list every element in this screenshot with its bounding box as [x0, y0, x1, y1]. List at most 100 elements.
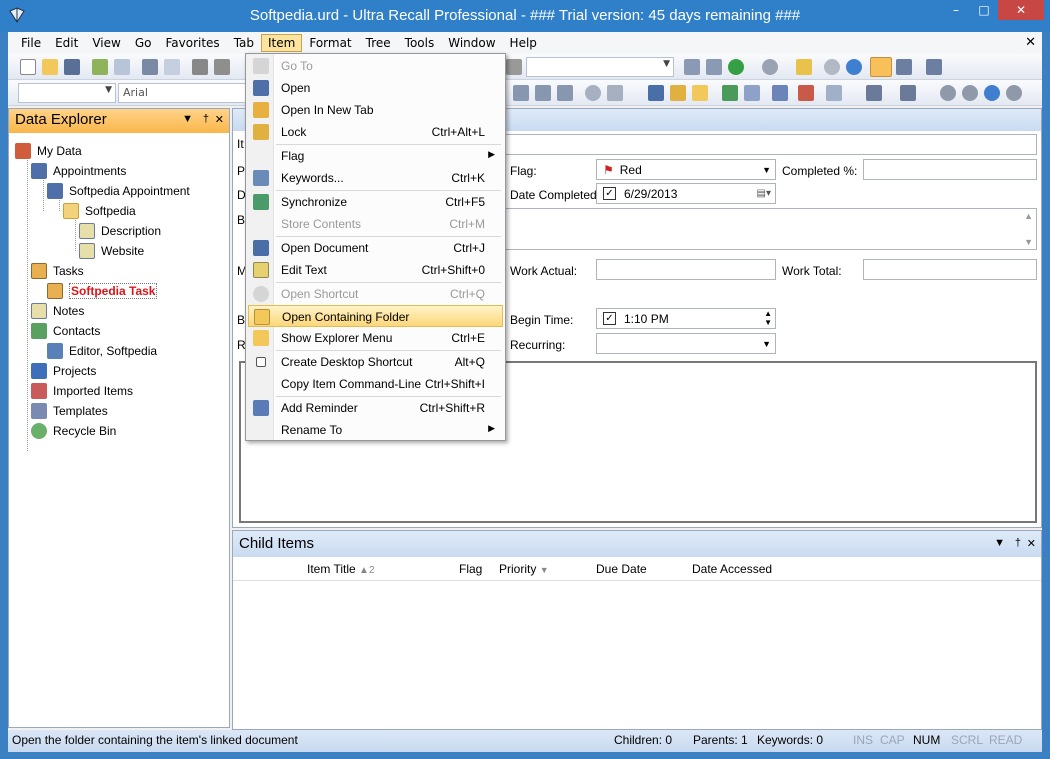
- style-combo[interactable]: ▼: [18, 83, 116, 103]
- menu-tab[interactable]: Tab: [227, 34, 261, 52]
- book-icon[interactable]: [648, 85, 664, 101]
- child-close-icon[interactable]: ✕: [1027, 537, 1036, 550]
- forward-arrow-icon[interactable]: [762, 59, 778, 75]
- export-icon[interactable]: [744, 85, 760, 101]
- tree-node-projects[interactable]: Projects: [31, 361, 96, 381]
- menu-format[interactable]: Format: [302, 34, 358, 52]
- filter-icon[interactable]: [684, 59, 700, 75]
- completed-percent-field[interactable]: [863, 159, 1037, 180]
- stop-icon[interactable]: [824, 59, 840, 75]
- nav-right-icon[interactable]: [1006, 85, 1022, 101]
- cut-icon[interactable]: [192, 59, 208, 75]
- tree-node-description[interactable]: Description: [79, 221, 161, 241]
- back-arrow-icon[interactable]: [728, 59, 744, 75]
- menu-flag[interactable]: Flag ▶: [248, 145, 503, 167]
- note-icon[interactable]: [826, 85, 842, 101]
- tree-node-imported-items[interactable]: Imported Items: [31, 381, 133, 401]
- sync-icon[interactable]: [722, 85, 738, 101]
- nav-down-icon[interactable]: [962, 85, 978, 101]
- time-spinner-icon[interactable]: ▲ ▼: [764, 309, 772, 327]
- tree-node-recycle-bin[interactable]: Recycle Bin: [31, 421, 116, 441]
- child-pin-icon[interactable]: †: [1015, 537, 1021, 549]
- menu-view[interactable]: View: [85, 34, 127, 52]
- new-item-icon[interactable]: [92, 59, 108, 75]
- pin-icon[interactable]: †: [203, 113, 209, 125]
- col-priority[interactable]: Priority ▼: [499, 562, 549, 576]
- font-combo[interactable]: Arial: [118, 83, 246, 103]
- calendar-dropdown-icon[interactable]: ▤▾: [757, 188, 771, 199]
- save-icon[interactable]: [64, 59, 80, 75]
- menu-edit-text[interactable]: Edit Text Ctrl+Shift+0: [248, 259, 503, 281]
- tree-node-website[interactable]: Website: [79, 241, 144, 261]
- description-textarea[interactable]: ▲ ▼: [493, 208, 1037, 250]
- layout-icon[interactable]: [926, 59, 942, 75]
- view-icon[interactable]: [896, 59, 912, 75]
- menu-rename-to[interactable]: Rename To ▶: [248, 419, 503, 441]
- menu-open[interactable]: Open: [248, 77, 503, 99]
- flag-select[interactable]: ⚑ Red ▼: [596, 159, 776, 180]
- search-icon[interactable]: [506, 59, 522, 75]
- new-tab-icon[interactable]: [114, 59, 130, 75]
- minimize-button[interactable]: –: [942, 0, 970, 20]
- new-icon[interactable]: [20, 59, 36, 75]
- menu-favorites[interactable]: Favorites: [158, 34, 226, 52]
- nav-up-icon[interactable]: [940, 85, 956, 101]
- menu-show-explorer-menu[interactable]: Show Explorer Menu Ctrl+E: [248, 327, 503, 349]
- col-date-accessed[interactable]: Date Accessed: [692, 562, 772, 576]
- tree-node-softpedia-appointment[interactable]: Softpedia Appointment: [47, 181, 190, 201]
- tree-node-softpedia-task[interactable]: Softpedia Task: [47, 281, 158, 301]
- tree-node-notes[interactable]: Notes: [31, 301, 84, 321]
- grid-icon[interactable]: [607, 85, 623, 101]
- lock-icon[interactable]: [670, 85, 686, 101]
- tree-node-templates[interactable]: Templates: [31, 401, 108, 421]
- menu-open-containing-folder[interactable]: Open Containing Folder: [248, 305, 503, 327]
- search-combo[interactable]: ▼: [526, 57, 674, 77]
- outdent-icon[interactable]: [557, 85, 573, 101]
- col-item-title[interactable]: Item Title ▲2: [307, 562, 375, 576]
- tree-node-softpedia-folder[interactable]: Softpedia: [63, 201, 136, 221]
- menu-help[interactable]: Help: [503, 34, 544, 52]
- indent-icon[interactable]: [535, 85, 551, 101]
- user-icon[interactable]: [585, 85, 601, 101]
- recurring-select[interactable]: ▼: [596, 333, 776, 354]
- tree-node-appointments[interactable]: Appointments: [31, 161, 126, 181]
- col-due-date[interactable]: Due Date: [596, 562, 647, 576]
- calendar-icon[interactable]: [772, 85, 788, 101]
- maximize-button[interactable]: □: [970, 0, 998, 20]
- begin-time-picker[interactable]: ✓ 1:10 PM ▲ ▼: [596, 308, 776, 329]
- move-up-icon[interactable]: [866, 85, 882, 101]
- tree-node-editor-softpedia[interactable]: Editor, Softpedia: [47, 341, 157, 361]
- flag-icon[interactable]: [798, 85, 814, 101]
- nav-left-icon[interactable]: [984, 85, 1000, 101]
- menu-item[interactable]: Item: [261, 34, 303, 52]
- tree-node-contacts[interactable]: Contacts: [31, 321, 100, 341]
- menu-synchronize[interactable]: Synchronize Ctrl+F5: [248, 191, 503, 213]
- menu-file[interactable]: File: [14, 34, 48, 52]
- move-down-icon[interactable]: [900, 85, 916, 101]
- star-folder-icon[interactable]: [796, 59, 812, 75]
- menu-create-desktop-shortcut[interactable]: Create Desktop Shortcut Alt+Q: [248, 351, 503, 373]
- date-completed-checkbox[interactable]: ✓: [603, 187, 616, 200]
- refresh-icon[interactable]: [846, 59, 862, 75]
- work-actual-field[interactable]: [596, 259, 776, 280]
- open-folder-icon[interactable]: [42, 59, 58, 75]
- menu-edit[interactable]: Edit: [48, 34, 85, 52]
- panel-close-icon[interactable]: ✕: [215, 113, 224, 126]
- print-icon[interactable]: [142, 59, 158, 75]
- title-field[interactable]: [493, 134, 1037, 155]
- child-dropdown-icon[interactable]: ▼: [994, 537, 1005, 549]
- menu-add-reminder[interactable]: Add Reminder Ctrl+Shift+R: [248, 397, 503, 419]
- menu-copy-item-command-line[interactable]: Copy Item Command-Line Ctrl+Shift+I: [248, 373, 503, 395]
- menu-open-shortcut[interactable]: Open Shortcut Ctrl+Q: [248, 283, 503, 305]
- numbered-list-icon[interactable]: [513, 85, 529, 101]
- menu-tools[interactable]: Tools: [398, 34, 442, 52]
- folder-icon[interactable]: [692, 85, 708, 101]
- tree-node-my-data[interactable]: My Data: [15, 141, 82, 161]
- checkmark-icon[interactable]: [870, 57, 892, 77]
- print-preview-icon[interactable]: [164, 59, 180, 75]
- begin-time-checkbox[interactable]: ✓: [603, 312, 616, 325]
- menu-tree[interactable]: Tree: [359, 34, 398, 52]
- menu-go[interactable]: Go: [128, 34, 159, 52]
- date-completed-picker[interactable]: ✓ 6/29/2013 ▤▾: [596, 183, 776, 204]
- work-total-field[interactable]: [863, 259, 1037, 280]
